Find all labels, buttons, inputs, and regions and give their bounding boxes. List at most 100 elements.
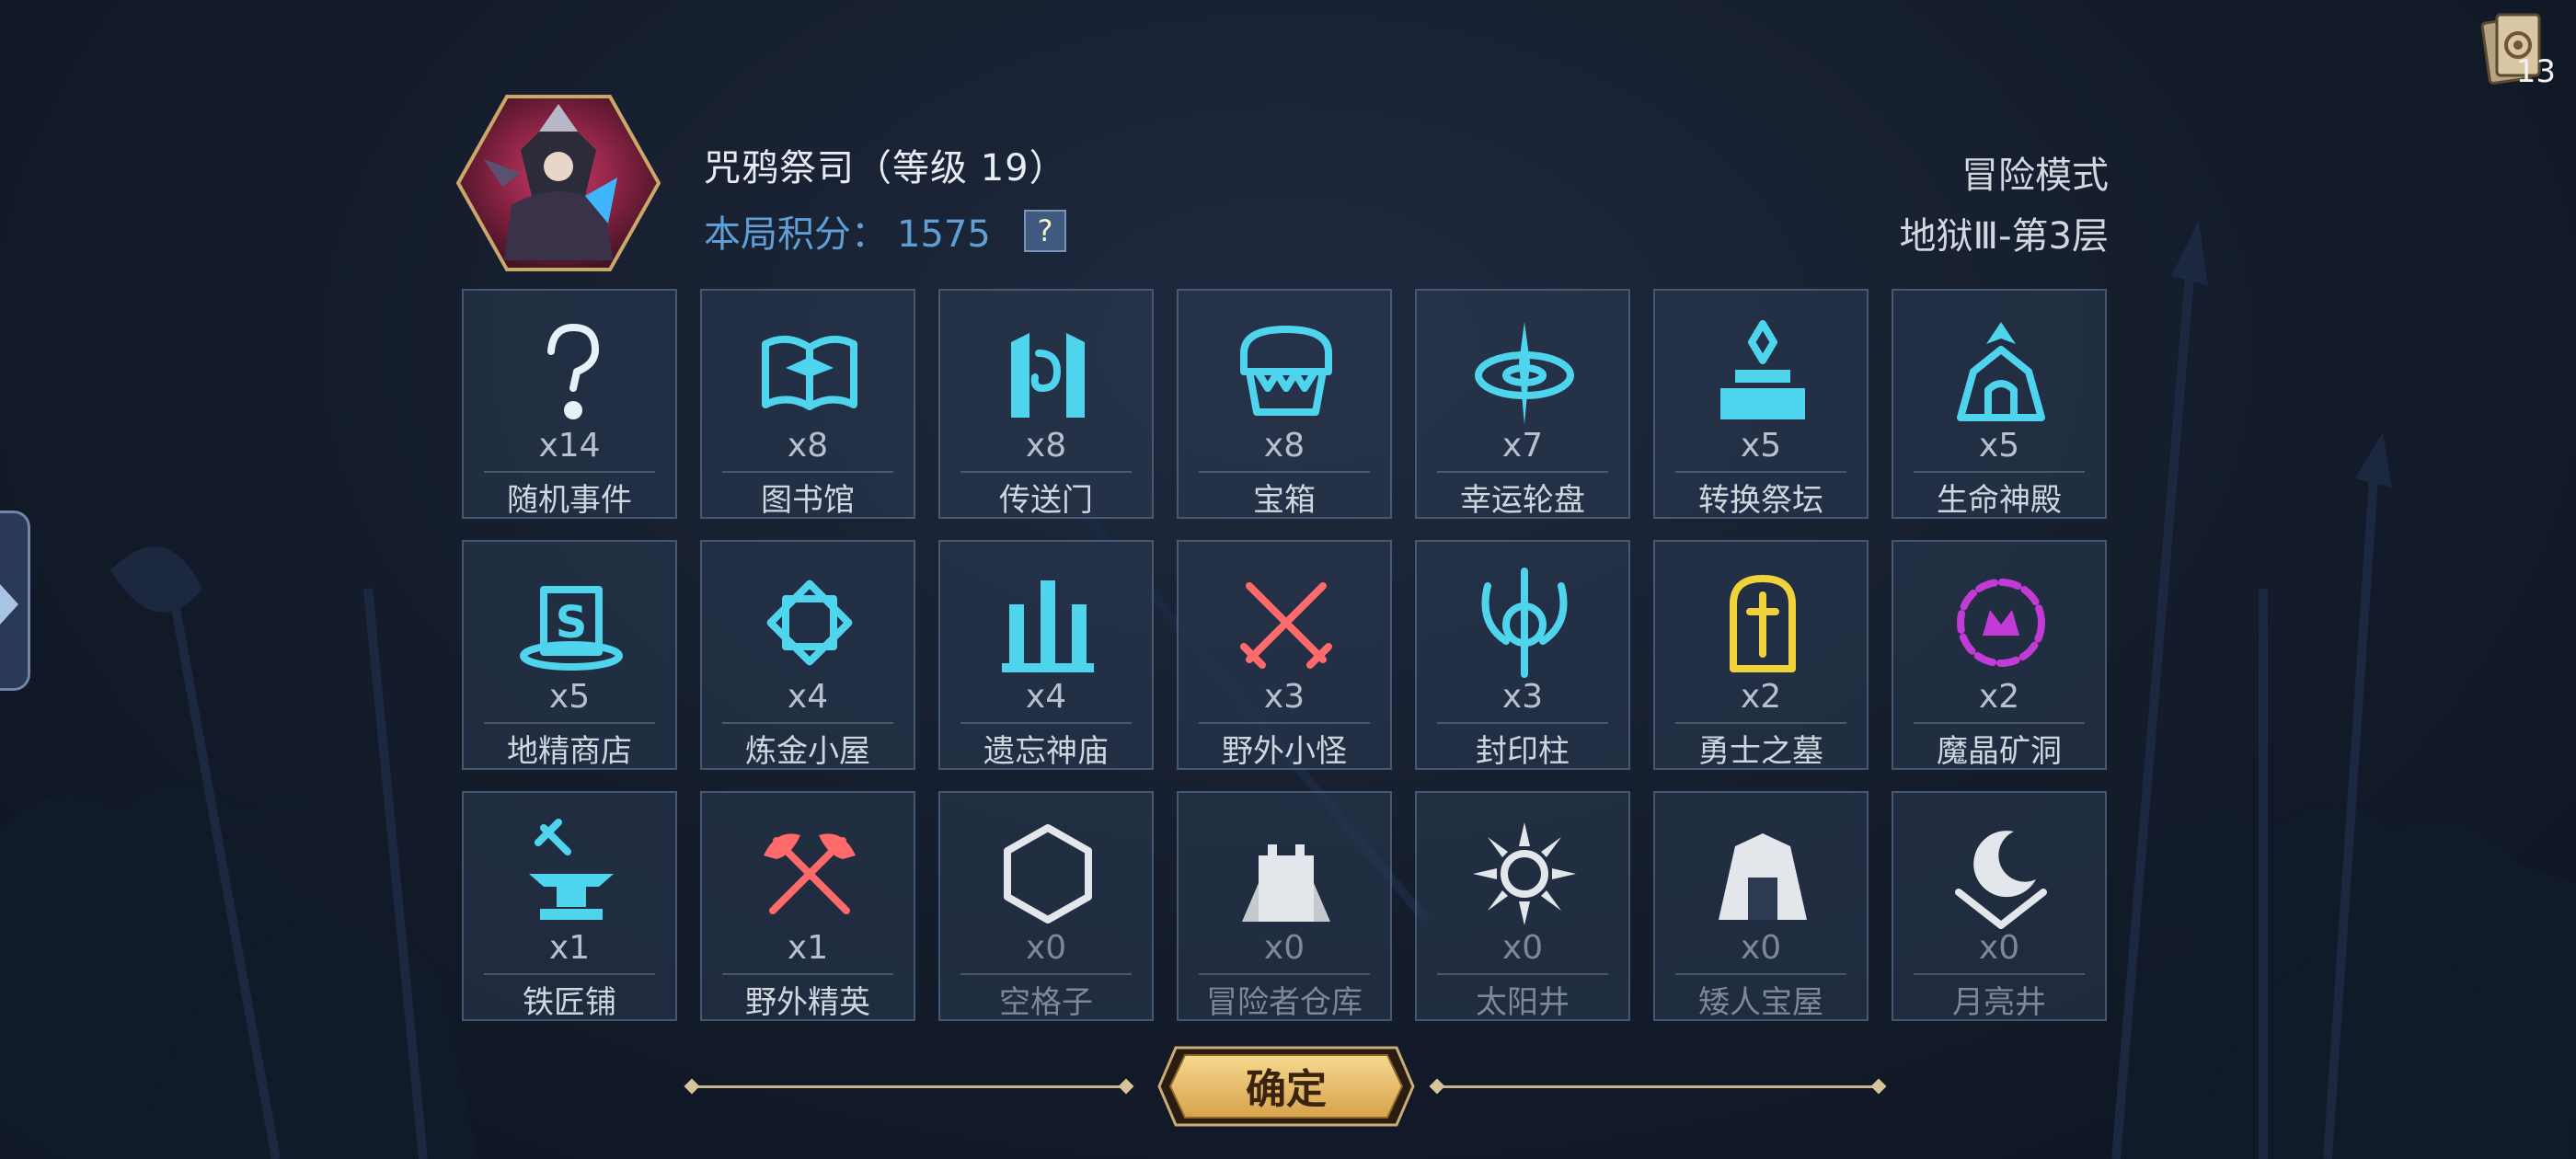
- event-tile[interactable]: x4 遗忘神庙: [938, 540, 1154, 770]
- tile-divider: [484, 722, 655, 724]
- tile-count: x2: [1740, 678, 1782, 716]
- tile-name: 封印柱: [1476, 733, 1570, 770]
- tile-count: x8: [1025, 427, 1067, 465]
- tile-divider: [960, 471, 1132, 473]
- tile-divider: [1914, 471, 2085, 473]
- tile-count: x5: [548, 678, 591, 716]
- seal-pillar-icon: [1481, 568, 1568, 678]
- book-icon: [762, 335, 857, 410]
- score-label: 本局积分：: [704, 213, 888, 256]
- score-display: 本局积分： 1575: [704, 204, 991, 258]
- event-tile[interactable]: x8 图书馆: [700, 289, 915, 519]
- hero-title: 咒鸦祭司（等级 19）: [704, 147, 1067, 189]
- tile-count: x1: [787, 929, 829, 967]
- tile-name: 勇士之墓: [1698, 733, 1823, 770]
- tile-name: 转换祭坛: [1698, 482, 1823, 519]
- event-tile[interactable]: x8 宝箱: [1177, 289, 1392, 519]
- tile-name: 野外精英: [745, 984, 870, 1021]
- event-tile[interactable]: Sx5 地精商店: [462, 540, 677, 770]
- event-tile-grid: x14 随机事件 x8 图书馆 x8 传送门 x8 宝箱 x7 幸运轮盘 x5 转换祭坛 x5 生命神殿 S…: [462, 289, 2109, 1025]
- tile-divider: [484, 471, 655, 473]
- moon-icon: [1955, 831, 2047, 929]
- event-tile[interactable]: x8 传送门: [938, 289, 1154, 519]
- deck-count: 13: [2515, 53, 2556, 90]
- tile-name: 魔晶矿洞: [1937, 733, 2062, 770]
- tile-divider: [722, 722, 893, 724]
- tile-count: x7: [1501, 427, 1544, 465]
- tile-divider: [1437, 973, 1608, 975]
- temple-icon: [1957, 322, 2045, 421]
- event-tile[interactable]: x1 铁匠铺: [462, 791, 677, 1021]
- crossed-swords-icon: [1240, 582, 1332, 669]
- event-tile[interactable]: x0 矮人宝屋: [1653, 791, 1869, 1021]
- tile-divider: [1437, 471, 1608, 473]
- tile-name: 随机事件: [507, 482, 632, 519]
- shop-hat-icon: S: [520, 586, 623, 671]
- tile-count: x0: [1263, 929, 1305, 967]
- tile-count: x0: [1025, 929, 1067, 967]
- hero-avatar: [456, 95, 661, 271]
- event-tile[interactable]: x2 魔晶矿洞: [1892, 540, 2107, 770]
- portal-icon: [1011, 333, 1085, 418]
- tomb-icon: [1730, 575, 1796, 672]
- tile-name: 太阳井: [1476, 984, 1570, 1021]
- tile-count: x4: [1025, 678, 1067, 716]
- anvil-icon: [529, 819, 614, 920]
- score-value: 1575: [897, 213, 991, 256]
- tile-count: x5: [1978, 427, 2020, 465]
- sun-icon: [1473, 822, 1576, 925]
- floor-label: 地狱Ⅲ-第3层: [1899, 215, 2109, 258]
- tile-name: 宝箱: [1253, 482, 1316, 519]
- tile-count: x4: [787, 678, 829, 716]
- wheel-icon: [1475, 322, 1574, 425]
- event-tile[interactable]: x5 转换祭坛: [1653, 289, 1869, 519]
- event-tile[interactable]: x0 冒险者仓库: [1177, 791, 1392, 1021]
- crystal-mine-icon: [1957, 579, 2045, 667]
- tile-name: 生命神殿: [1937, 482, 2062, 519]
- tile-name: 铁匠铺: [523, 984, 616, 1021]
- event-tile[interactable]: x3 野外小怪: [1177, 540, 1392, 770]
- crossed-axes-icon: [764, 833, 856, 914]
- hexagon-icon: [1004, 824, 1092, 924]
- event-tile[interactable]: x2 勇士之墓: [1653, 540, 1869, 770]
- tile-divider: [1675, 973, 1846, 975]
- game-mode: 冒险模式: [1961, 155, 2109, 197]
- event-tile[interactable]: x4 炼金小屋: [700, 540, 915, 770]
- svg-text:S: S: [556, 597, 588, 648]
- tile-name: 野外小怪: [1222, 733, 1347, 770]
- event-tile[interactable]: x0 月亮井: [1892, 791, 2107, 1021]
- tile-name: 图书馆: [761, 482, 855, 519]
- tile-divider: [1199, 471, 1370, 473]
- ruins-icon: [1002, 580, 1094, 672]
- divider-right: [1437, 1085, 1880, 1088]
- tile-divider: [484, 973, 655, 975]
- event-tile[interactable]: x3 封印柱: [1415, 540, 1630, 770]
- tile-divider: [1199, 722, 1370, 724]
- event-tile[interactable]: x0 空格子: [938, 791, 1154, 1021]
- tile-name: 月亮井: [1952, 984, 2046, 1021]
- tile-divider: [960, 722, 1132, 724]
- tile-divider: [1675, 471, 1846, 473]
- tile-name: 传送门: [999, 482, 1093, 519]
- tile-count: x0: [1501, 929, 1544, 967]
- tile-count: x1: [548, 929, 591, 967]
- tile-divider: [1914, 973, 2085, 975]
- divider-left: [690, 1085, 1130, 1088]
- confirm-label: 确定: [1246, 1066, 1327, 1113]
- tile-divider: [960, 973, 1132, 975]
- tile-count: x14: [538, 427, 601, 465]
- tile-name: 炼金小屋: [745, 733, 870, 770]
- help-button[interactable]: ?: [1024, 210, 1066, 252]
- tile-name: 空格子: [999, 984, 1093, 1021]
- dwarf-house-icon: [1719, 833, 1807, 920]
- tile-name: 地精商店: [507, 733, 632, 770]
- tile-divider: [1437, 722, 1608, 724]
- event-tile[interactable]: x14 随机事件: [462, 289, 677, 519]
- altar-icon: [1720, 320, 1805, 419]
- tile-divider: [722, 973, 893, 975]
- event-tile[interactable]: x7 幸运轮盘: [1415, 289, 1630, 519]
- event-tile[interactable]: x0 太阳井: [1415, 791, 1630, 1021]
- event-tile[interactable]: x1 野外精英: [700, 791, 915, 1021]
- chest-icon: [1240, 326, 1332, 416]
- event-tile[interactable]: x5 生命神殿: [1892, 289, 2107, 519]
